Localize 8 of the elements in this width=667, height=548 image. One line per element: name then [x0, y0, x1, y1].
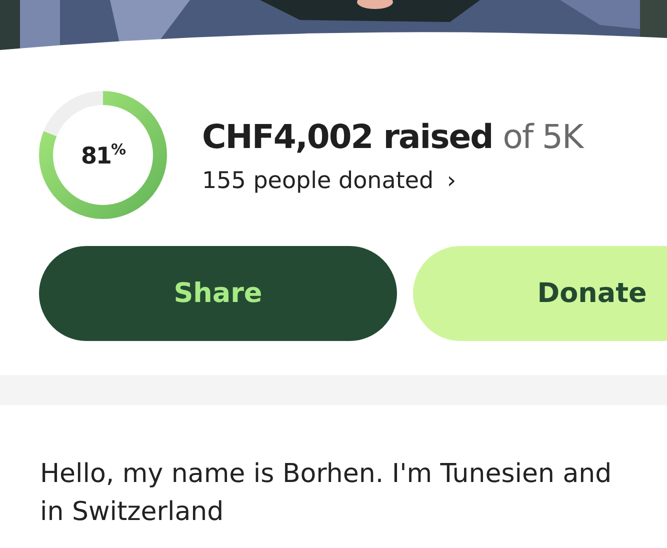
share-button[interactable]: Share	[39, 246, 397, 341]
percent-label: 81$^{%}$	[80, 140, 126, 170]
story-text: Hello, my name is Borhen. I'm Tunesien and in Switzerland	[40, 458, 613, 529]
raised-amount: CHF4,002 raised	[202, 116, 493, 156]
goal-label: of 5K	[502, 116, 583, 156]
donors-link[interactable]: 155 people donated ›	[202, 168, 583, 194]
donate-button[interactable]: Donate	[413, 246, 667, 341]
progress-track	[44, 91, 104, 137]
